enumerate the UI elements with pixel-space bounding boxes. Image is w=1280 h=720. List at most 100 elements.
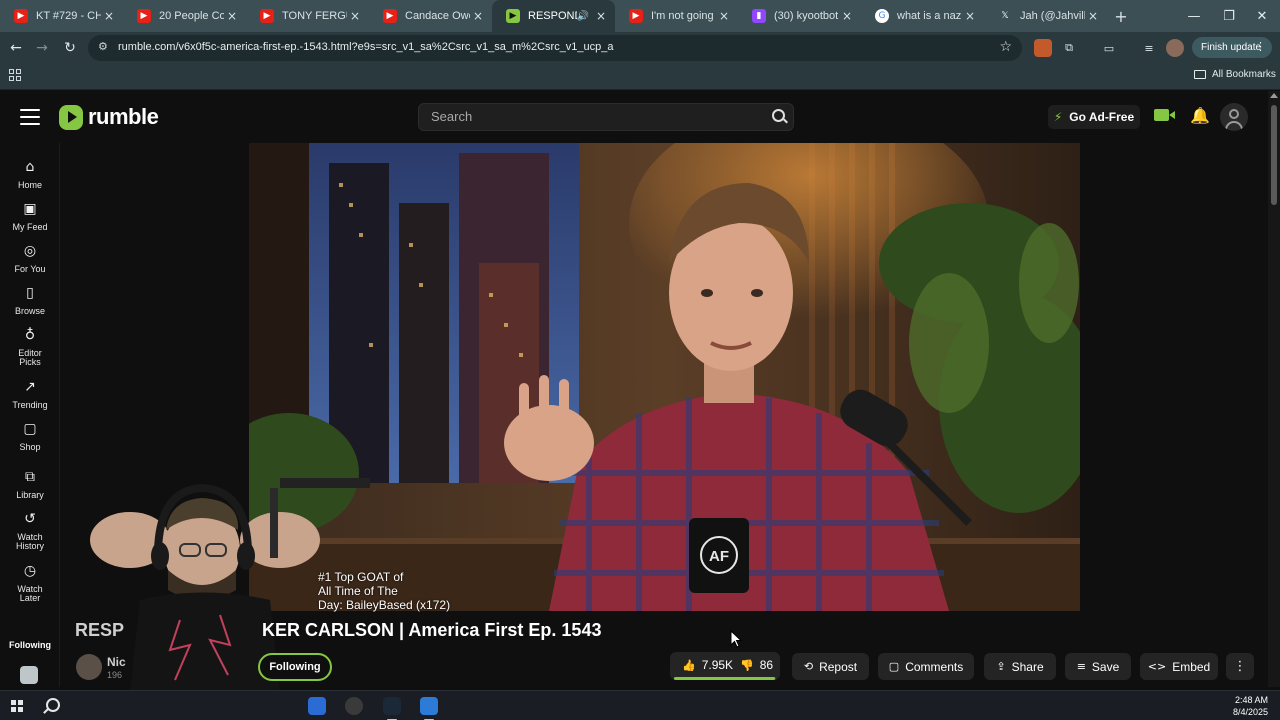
restore-icon[interactable]: ❐ — [1211, 0, 1247, 32]
taskbar-search-icon[interactable] — [46, 698, 60, 712]
share-button[interactable]: ⇪ Share — [984, 653, 1056, 680]
search-box — [418, 103, 794, 131]
browser-tab[interactable]: ▶ I'm not going to × — [615, 0, 738, 32]
close-window-icon[interactable]: ✕ — [1244, 0, 1280, 32]
sidebar-item-library[interactable]: ⧉ Library — [0, 469, 60, 500]
new-tab-button[interactable]: + — [1107, 7, 1135, 26]
following-button[interactable]: Following — [258, 653, 332, 681]
search-input[interactable] — [431, 109, 751, 124]
browser-tab[interactable]: ▶ Candace Owens: × — [369, 0, 492, 32]
twitch-icon: ▮ — [752, 9, 766, 23]
os-taskbar: 2:48 AM 8/4/2025 — [0, 690, 1280, 720]
browser-tab[interactable]: ▶ KT #729 - CHRIS × — [0, 0, 123, 32]
close-tab-icon[interactable]: × — [593, 9, 609, 23]
folder-icon — [1194, 70, 1206, 79]
clock-date: 8/4/2025 — [1232, 707, 1268, 717]
reload-icon[interactable]: ↻ — [60, 38, 80, 58]
go-ad-free-button[interactable]: ⚡ Go Ad-Free — [1048, 105, 1140, 129]
video-frame: AF — [249, 143, 1080, 611]
browser-tab[interactable]: 𝕏 Jah (@Jahvilli) / X × — [984, 0, 1107, 32]
channel-name[interactable]: Nic — [107, 655, 126, 669]
user-avatar-icon[interactable] — [1220, 103, 1248, 131]
youtube-icon: ▶ — [629, 9, 643, 23]
notification-bell-icon[interactable]: 🔔 — [1190, 106, 1210, 125]
forward-icon[interactable]: → — [32, 38, 52, 58]
screen: ▶ KT #729 - CHRIS × ▶ 20 People Confro ×… — [0, 0, 1280, 720]
close-tab-icon[interactable]: × — [101, 9, 117, 23]
url-text[interactable]: rumble.com/v6x0f5c-america-first-ep.-154… — [118, 41, 614, 53]
youtube-icon: ▶ — [260, 9, 274, 23]
sidebar-item-editor-picks[interactable]: ♁ Editor Picks — [0, 327, 60, 367]
cast-icon[interactable]: ▭ — [1100, 39, 1118, 57]
channel-follower-count: 196 — [107, 670, 123, 680]
sidebar-item-home[interactable]: ⌂ Home — [0, 159, 60, 190]
speaker-icon[interactable]: 🔊 — [577, 11, 589, 22]
sidebar-item-my-feed[interactable]: ▣ My Feed — [0, 201, 60, 232]
all-bookmarks-button[interactable]: All Bookmarks — [1194, 69, 1276, 80]
close-tab-icon[interactable]: × — [347, 9, 363, 23]
system-clock[interactable]: 2:48 AM 8/4/2025 — [1233, 694, 1268, 718]
windows-start-icon[interactable] — [11, 700, 23, 712]
youtube-icon: ▶ — [383, 9, 397, 23]
video-title-prefix: RESP — [75, 620, 125, 640]
taskbar-app-icon[interactable] — [420, 697, 438, 720]
comment-icon: ▢ — [888, 660, 900, 673]
search-icon[interactable] — [772, 109, 785, 122]
steam-icon[interactable] — [383, 697, 401, 720]
finish-update-button[interactable]: Finish update ⋮ — [1192, 37, 1272, 58]
scrollbar-thumb[interactable] — [1271, 105, 1277, 205]
more-options-icon[interactable]: ⋮ — [1226, 653, 1254, 680]
dislike-button[interactable]: 👎 86 — [740, 658, 773, 672]
close-tab-icon[interactable]: × — [839, 9, 855, 23]
address-bar[interactable]: ⚙ rumble.com/v6x0f5c-america-first-ep.-1… — [88, 35, 1022, 61]
google-icon: G — [875, 9, 889, 23]
video-player[interactable]: AF — [249, 143, 1080, 611]
save-button[interactable]: ≡ Save — [1065, 653, 1131, 680]
bookmark-star-icon[interactable]: ☆ — [999, 39, 1012, 55]
page-scrollbar[interactable] — [1268, 91, 1280, 687]
close-tab-icon[interactable]: × — [1085, 9, 1101, 23]
back-icon[interactable]: ← — [6, 38, 26, 58]
sidebar-item-label: Trending — [12, 400, 48, 410]
close-tab-icon[interactable]: × — [470, 9, 486, 23]
sidebar-item-watch-history[interactable]: ↺ Watch History — [0, 511, 60, 551]
tab-label: I'm not going to — [651, 10, 716, 22]
followed-channel-avatar[interactable] — [20, 666, 38, 684]
taskbar-app-icon[interactable] — [308, 697, 326, 715]
menu-hamburger-icon[interactable] — [20, 109, 40, 125]
embed-button[interactable]: <> Embed — [1140, 653, 1218, 680]
close-tab-icon[interactable]: × — [224, 9, 240, 23]
channel-avatar[interactable] — [76, 654, 102, 680]
profile-avatar[interactable] — [1166, 39, 1184, 57]
site-header: rumble ⚡ Go Ad-Free 🔔 — [0, 91, 1268, 143]
caption-line: All Time of The — [318, 584, 398, 598]
sidebar-item-watch-later[interactable]: ◷ Watch Later — [0, 563, 60, 603]
browser-tab[interactable]: ▮ (30) kyootbot - T × — [738, 0, 861, 32]
sidebar-item-shop[interactable]: ▢ Shop — [0, 421, 60, 452]
taskbar-app-icon[interactable] — [345, 697, 363, 715]
award-icon: ♁ — [24, 327, 36, 343]
comments-button[interactable]: ▢ Comments — [878, 653, 974, 680]
browser-tab[interactable]: G what is a nazi - G × — [861, 0, 984, 32]
rumble-logo[interactable]: rumble — [59, 104, 159, 130]
close-tab-icon[interactable]: × — [962, 9, 978, 23]
browser-tab[interactable]: ▶ 20 People Confro × — [123, 0, 246, 32]
minimize-icon[interactable]: — — [1176, 0, 1212, 32]
browser-tab[interactable]: ▶ TONY FERGUSON × — [246, 0, 369, 32]
sidebar-item-trending[interactable]: ↗ Trending — [0, 379, 60, 410]
close-tab-icon[interactable]: × — [716, 9, 732, 23]
apps-grid-icon[interactable] — [9, 69, 21, 81]
like-button[interactable]: 👍 7.95K — [682, 658, 733, 672]
upload-video-icon[interactable] — [1154, 109, 1175, 121]
extensions-puzzle-icon[interactable]: ⧉ — [1060, 39, 1078, 57]
media-control-icon[interactable]: ≡ — [1140, 39, 1158, 57]
sidebar-item-browse[interactable]: ▯ Browse — [0, 285, 60, 316]
sidebar-item-for-you[interactable]: ◎ For You — [0, 243, 60, 274]
browser-tab-active[interactable]: ▶ RESPONDIN 🔊 × — [492, 0, 615, 32]
repost-button[interactable]: ⟲ Repost — [792, 653, 869, 680]
site-settings-icon[interactable]: ⚙ — [98, 40, 108, 53]
scroll-up-arrow-icon[interactable] — [1270, 93, 1278, 98]
extension-icon[interactable] — [1034, 39, 1052, 57]
more-vert-icon[interactable]: ⋮ — [1255, 40, 1266, 53]
caption-line: #1 Top GOAT of — [318, 570, 404, 584]
